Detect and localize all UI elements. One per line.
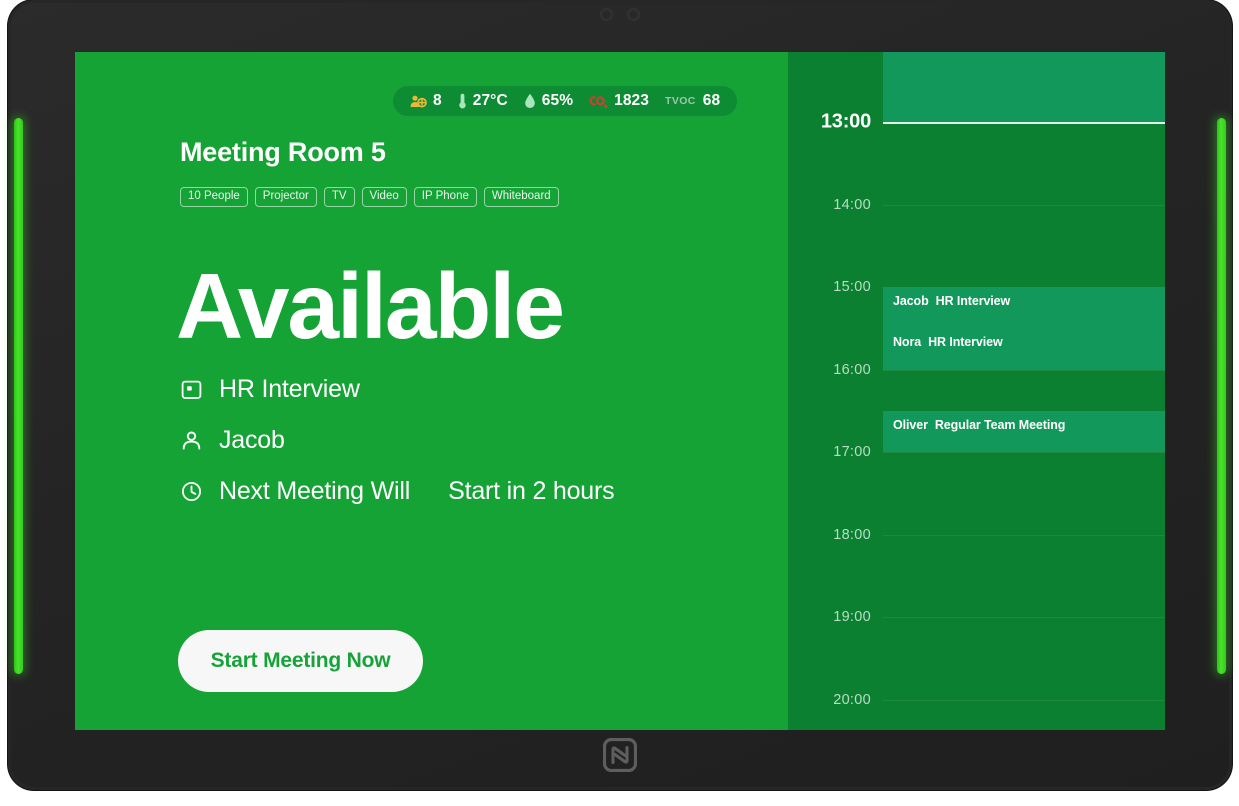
amenity-tag: IP Phone	[413, 187, 477, 208]
next-meeting-suffix: Start in 2 hours	[448, 477, 615, 505]
schedule-hour-label: 19:00	[833, 609, 871, 625]
temperature-value: 27°C	[472, 92, 508, 109]
schedule-hour-label: 13:00	[820, 110, 871, 133]
people-occupancy-icon	[410, 94, 427, 109]
occupancy-value: 8	[433, 92, 442, 109]
schedule-event[interactable]: Jacob HR Interview	[883, 287, 1165, 329]
status-co2: 1823	[589, 92, 649, 110]
room-amenity-tags: 10 People Projector TV Video IP Phone Whitebo…	[180, 187, 559, 208]
meeting-details: HR Interview Jacob Next Meeting Will Sta…	[180, 375, 615, 506]
schedule-event-label: Nora HR Interview	[893, 335, 1165, 349]
schedule-hour-label: 20:00	[833, 691, 871, 708]
thermometer-icon	[458, 93, 467, 109]
schedule-event-organizer: Oliver	[893, 417, 928, 432]
room-info-panel: 8 27°C 65% 1823 TVOC 68 Meeting Room 5 1…	[75, 52, 788, 730]
schedule-event[interactable]: Nora HR Interview	[883, 328, 1165, 370]
water-drop-icon	[524, 93, 536, 109]
status-temperature: 27°C	[458, 92, 508, 110]
schedule-event-label: Oliver Regular Team Meeting	[893, 418, 1165, 432]
status-humidity: 65%	[524, 92, 573, 110]
schedule-hour-gridline	[883, 699, 1165, 701]
camera-sensor-icon	[600, 8, 613, 21]
status-tvoc: TVOC 68	[665, 92, 720, 110]
room-status: Available	[176, 254, 565, 358]
schedule-hour-label: 14:00	[833, 196, 871, 213]
next-meeting-prefix: Next Meeting Will	[219, 477, 411, 505]
amenity-tag: Whiteboard	[483, 187, 559, 208]
schedule-hour-label: 15:00	[833, 279, 871, 295]
tvoc-label: TVOC	[665, 95, 696, 107]
schedule-event-organizer: Jacob	[893, 294, 929, 308]
co2-value: 1823	[614, 92, 649, 109]
status-occupancy: 8	[410, 92, 442, 110]
meeting-title-text: HR Interview	[219, 375, 360, 403]
schedule-event-title: Regular Team Meeting	[934, 417, 1066, 432]
detail-meeting-title: HR Interview	[180, 375, 614, 404]
schedule-event-label: Jacob HR Interview	[893, 294, 1165, 308]
schedule-hour-label: 17:00	[833, 444, 871, 460]
tablet-device: 8 27°C 65% 1823 TVOC 68 Meeting Room 5 1…	[8, 0, 1232, 790]
amenity-tag: 10 People	[180, 187, 248, 208]
schedule-hour-gridline	[883, 204, 1165, 206]
schedule-event-title: HR Interview	[935, 294, 1011, 308]
person-icon	[180, 429, 203, 452]
tvoc-value: 68	[702, 92, 721, 109]
nfc-logo-icon	[602, 737, 638, 773]
current-time-line	[883, 122, 1165, 124]
amenity-tag: TV	[323, 187, 355, 208]
amenity-tag: Video	[361, 187, 407, 208]
schedule-hour-gutter: 13:00 14:00 15:00 16:00 17:00 18:00 19:00 20:00	[788, 52, 883, 730]
status-led-left	[14, 118, 23, 674]
organizer-text: Jacob	[219, 426, 285, 454]
schedule-event-organizer: Nora	[893, 335, 922, 350]
schedule-track[interactable]: Jacob HR Interview Nora HR Interview Oliver R…	[883, 52, 1165, 730]
status-led-right	[1217, 118, 1226, 674]
detail-organizer: Jacob	[180, 426, 614, 455]
schedule-event[interactable]	[883, 52, 1165, 122]
schedule-panel[interactable]: Jacob HR Interview Nora HR Interview Oliver R…	[788, 52, 1165, 730]
humidity-value: 65%	[541, 92, 574, 109]
amenity-tag: Projector	[254, 187, 317, 208]
schedule-hour-label: 18:00	[833, 526, 871, 543]
schedule-event[interactable]: Oliver Regular Team Meeting	[883, 410, 1165, 452]
start-meeting-now-button[interactable]: Start Meeting Now	[178, 630, 423, 692]
schedule-hour-gridline	[883, 534, 1165, 536]
clock-icon	[180, 480, 203, 503]
light-sensor-icon	[627, 8, 640, 21]
environment-status-bar: 8 27°C 65% 1823 TVOC 68	[393, 86, 738, 116]
screen: 8 27°C 65% 1823 TVOC 68 Meeting Room 5 1…	[75, 52, 1165, 730]
schedule-hour-gridline	[883, 452, 1165, 453]
schedule-hour-gridline	[883, 617, 1165, 618]
room-name: Meeting Room 5	[180, 137, 386, 167]
schedule-hour-label: 16:00	[833, 361, 871, 378]
detail-next-meeting: Next Meeting Will Start in 2 hours	[180, 477, 615, 506]
calendar-event-icon	[180, 378, 203, 401]
co2-icon	[589, 94, 608, 108]
schedule-hour-gridline	[883, 369, 1165, 371]
top-sensor-cluster	[600, 8, 640, 21]
schedule-event-title: HR Interview	[928, 335, 1003, 350]
